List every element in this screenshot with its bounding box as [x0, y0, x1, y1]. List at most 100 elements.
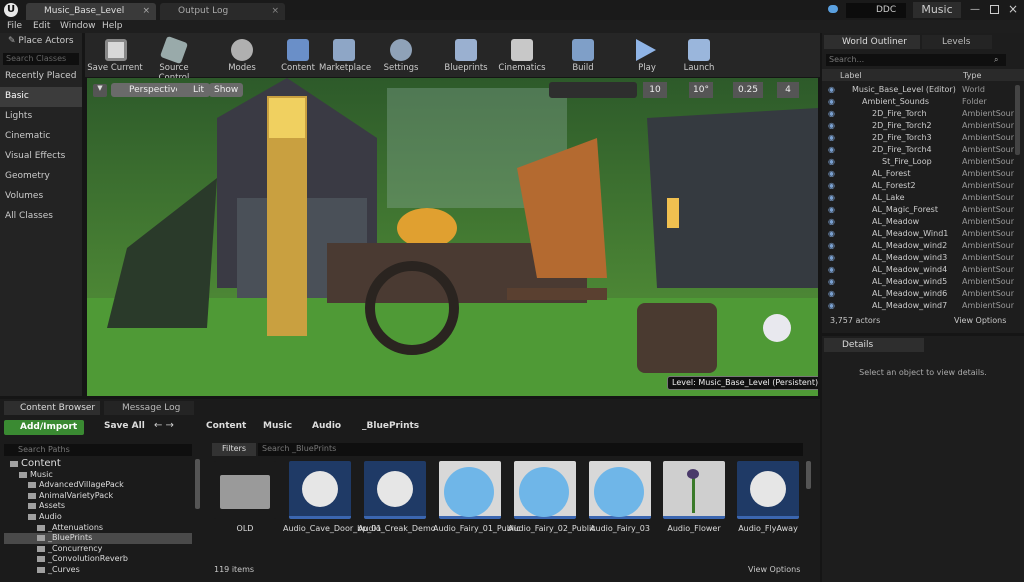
- eye-icon[interactable]: ◉: [828, 253, 835, 262]
- outliner-row[interactable]: ◉ AL_Lake AmbientSoun: [822, 193, 1024, 205]
- outliner-row[interactable]: ◉ AL_Meadow_wind6 AmbientSoun: [822, 289, 1024, 301]
- asset-search-input[interactable]: Search _BluePrints: [258, 443, 803, 456]
- outliner-row[interactable]: ◉ AL_Meadow_wind2 AmbientSoun: [822, 241, 1024, 253]
- eye-icon[interactable]: ◉: [828, 133, 835, 142]
- folder-tree-item[interactable]: _BluePrints: [4, 533, 192, 545]
- tab-music-base-level[interactable]: Music_Base_Level ×: [26, 3, 156, 20]
- place-actors-basic[interactable]: Basic: [0, 87, 82, 107]
- path-audio[interactable]: Audio: [312, 421, 341, 431]
- column-label[interactable]: Label: [840, 71, 862, 80]
- minimize-button[interactable]: —: [970, 4, 982, 16]
- eye-icon[interactable]: ◉: [828, 145, 835, 154]
- unreal-logo-icon[interactable]: U: [4, 3, 18, 17]
- path-blueprints[interactable]: _BluePrints: [362, 421, 419, 431]
- save-current-button[interactable]: Save Current: [87, 33, 143, 77]
- eye-icon[interactable]: ◉: [828, 181, 835, 190]
- menu-help[interactable]: Help: [102, 21, 123, 31]
- place-actors-all-classes[interactable]: All Classes: [0, 207, 82, 227]
- outliner-row[interactable]: ◉ 2D_Fire_Torch AmbientSoun: [822, 109, 1024, 121]
- eye-icon[interactable]: ◉: [828, 229, 835, 238]
- outliner-row[interactable]: ◉ St_Fire_Loop AmbientSoun: [822, 157, 1024, 169]
- ddc-indicator[interactable]: DDC: [846, 3, 906, 18]
- outliner-row[interactable]: ◉ Ambient_Sounds Folder: [822, 97, 1024, 109]
- eye-icon[interactable]: ◉: [828, 277, 835, 286]
- place-actors-recently-placed[interactable]: Recently Placed: [0, 67, 82, 87]
- eye-icon[interactable]: ◉: [828, 157, 835, 166]
- folder-tree-item[interactable]: AnimalVarietyPack: [4, 491, 192, 502]
- folder-tree-item[interactable]: Music: [4, 470, 192, 481]
- menu-file[interactable]: File: [7, 21, 22, 31]
- filters-button[interactable]: Filters: [212, 443, 256, 456]
- launch-button[interactable]: Launch: [679, 33, 719, 77]
- eye-icon[interactable]: ◉: [828, 169, 835, 178]
- scale-snap-value[interactable]: 0.25: [733, 82, 763, 98]
- eye-icon[interactable]: ◉: [828, 85, 835, 94]
- eye-icon[interactable]: ◉: [828, 217, 835, 226]
- eye-icon[interactable]: ◉: [828, 121, 835, 130]
- asset-tile[interactable]: Audio_Flower: [663, 461, 725, 576]
- folder-tree-item[interactable]: Audio: [4, 512, 192, 523]
- show-button[interactable]: Show: [209, 83, 244, 97]
- path-content[interactable]: Content: [206, 421, 246, 431]
- tab-output-log[interactable]: Output Log ×: [160, 3, 285, 20]
- outliner-row[interactable]: ◉ Music_Base_Level (Editor) World: [822, 85, 1024, 97]
- folder-tree-item[interactable]: _Concurrency: [4, 544, 192, 555]
- eye-icon[interactable]: ◉: [828, 301, 835, 310]
- folder-tree-item[interactable]: Content: [4, 458, 192, 470]
- tab-details[interactable]: Details: [824, 338, 924, 352]
- eye-icon[interactable]: ◉: [828, 205, 835, 214]
- search-classes-input[interactable]: Search Classes: [3, 53, 79, 65]
- lit-button[interactable]: Lit: [177, 83, 211, 97]
- tab-levels[interactable]: Levels: [922, 35, 992, 49]
- menu-edit[interactable]: Edit: [33, 21, 50, 31]
- build-button[interactable]: Build: [563, 33, 603, 77]
- back-forward-buttons[interactable]: ← →: [154, 420, 174, 431]
- search-paths-input[interactable]: Search Paths: [4, 444, 192, 456]
- asset-folder-old[interactable]: OLD: [214, 461, 276, 576]
- modes-button[interactable]: Modes: [217, 33, 267, 77]
- place-actors-geometry[interactable]: Geometry: [0, 167, 82, 187]
- outliner-row[interactable]: ◉ AL_Meadow_wind7 AmbientSoun: [822, 301, 1024, 313]
- outliner-row[interactable]: ◉ AL_Meadow_wind4 AmbientSoun: [822, 265, 1024, 277]
- tab-content-browser[interactable]: Content Browser: [4, 401, 100, 415]
- level-viewport[interactable]: ▼ Perspective Lit Show 10 10° 0.25 4 Lev…: [87, 78, 818, 396]
- camera-speed-value[interactable]: 4: [777, 82, 799, 98]
- asset-tile[interactable]: Audio_Cave_Door_bp_01: [283, 461, 381, 576]
- outliner-row[interactable]: ◉ AL_Meadow_wind3 AmbientSoun: [822, 253, 1024, 265]
- asset-tile[interactable]: Audio_Fairy_02_Public: [508, 461, 596, 576]
- outliner-row[interactable]: ◉ 2D_Fire_Torch2 AmbientSoun: [822, 121, 1024, 133]
- viewport-menu-button[interactable]: ▼: [93, 84, 107, 97]
- asset-tile[interactable]: Audio_Fairy_01_Public: [433, 461, 521, 576]
- rotation-snap-value[interactable]: 10°: [689, 82, 713, 98]
- outliner-row[interactable]: ◉ AL_Meadow_Wind1 AmbientSoun: [822, 229, 1024, 241]
- outliner-row[interactable]: ◉ AL_Magic_Forest AmbientSoun: [822, 205, 1024, 217]
- place-actors-volumes[interactable]: Volumes: [0, 187, 82, 207]
- folder-tree-item[interactable]: _ConvolutionReverb: [4, 554, 192, 565]
- content-button[interactable]: Content: [277, 33, 319, 77]
- asset-tile[interactable]: Audio_Fairy_03: [589, 461, 651, 576]
- close-button[interactable]: ×: [1008, 2, 1018, 16]
- outliner-view-options[interactable]: View Options: [954, 316, 1006, 325]
- outliner-row[interactable]: ◉ 2D_Fire_Torch4 AmbientSoun: [822, 145, 1024, 157]
- folder-tree-item[interactable]: AdvancedVillagePack: [4, 480, 192, 491]
- asset-tile[interactable]: Audio_FlyAway: [737, 461, 799, 576]
- eye-icon[interactable]: ◉: [828, 193, 835, 202]
- marketplace-button[interactable]: Marketplace: [319, 33, 371, 77]
- save-all-button[interactable]: Save All: [92, 421, 145, 431]
- outliner-row[interactable]: ◉ AL_Meadow_wind5 AmbientSoun: [822, 277, 1024, 289]
- place-actors-cinematic[interactable]: Cinematic: [0, 127, 82, 147]
- cinematics-button[interactable]: Cinematics: [497, 33, 547, 77]
- eye-icon[interactable]: ◉: [828, 265, 835, 274]
- asset-scrollbar[interactable]: [806, 461, 811, 489]
- tab-message-log[interactable]: Message Log: [104, 401, 194, 415]
- asset-tile[interactable]: Audio_Creak_Demo: [358, 461, 436, 576]
- folder-tree-item[interactable]: Assets: [4, 501, 192, 512]
- cloud-icon[interactable]: [828, 5, 838, 13]
- path-music[interactable]: Music: [263, 421, 292, 431]
- add-import-button[interactable]: Add/Import: [4, 420, 84, 435]
- eye-icon[interactable]: ◉: [828, 289, 835, 298]
- maximize-button[interactable]: [990, 5, 999, 14]
- settings-button[interactable]: Settings: [381, 33, 421, 77]
- outliner-scrollbar[interactable]: [1015, 85, 1020, 155]
- tab-world-outliner[interactable]: World Outliner: [824, 35, 920, 49]
